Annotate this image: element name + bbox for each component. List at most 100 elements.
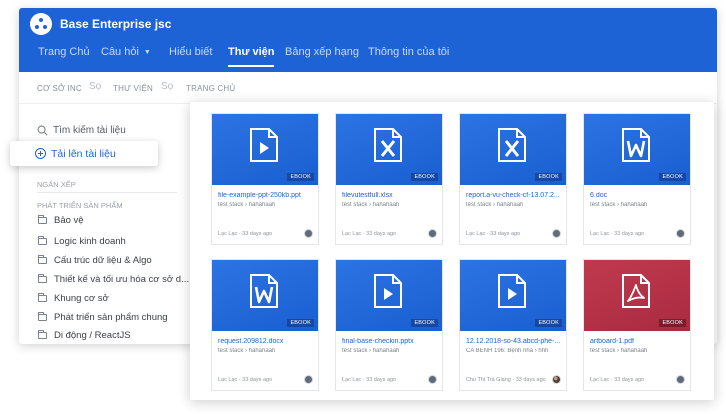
section-title-stacks: NGĂN XẾP xyxy=(37,180,76,189)
file-footer: Lạc Lạc · 33 days ago xyxy=(342,377,397,383)
folder-icon xyxy=(38,215,47,224)
file-name[interactable]: report.a-vu-check-cf-13.07.2... xyxy=(466,192,562,199)
folder-icon xyxy=(38,255,47,264)
file-footer: Lạc Lạc · 33 days ago xyxy=(590,377,645,383)
file-card[interactable]: EBOOK 6.doc test stack › hahahaah Lạc Lạ… xyxy=(583,113,691,245)
avatar xyxy=(676,229,685,238)
logo-icon[interactable] xyxy=(30,13,52,35)
file-card[interactable]: EBOOK final-base-checkin.pptx test stack… xyxy=(335,259,443,391)
file-card[interactable]: EBOOK artboard-1.pdf test stack › hahaha… xyxy=(583,259,691,391)
avatar xyxy=(304,375,313,384)
breadcrumb: CƠ SỞ INC Sọ THƯ VIỆN Sọ TRANG CHỦ xyxy=(19,72,717,104)
nav-item-leaderboard[interactable]: Bảng xếp hạng xyxy=(285,46,359,58)
plus-circle-icon xyxy=(35,148,46,159)
chevron-down-icon: ▼ xyxy=(143,48,151,56)
folder-icon xyxy=(38,312,47,321)
file-thumbnail: EBOOK xyxy=(460,114,566,185)
folder-label: Khung cơ sở xyxy=(54,293,109,304)
file-meta: test stack › hahahaah xyxy=(218,348,276,354)
ebook-badge: EBOOK xyxy=(659,319,686,327)
ppt-file-icon xyxy=(498,274,526,308)
folder-icon xyxy=(38,236,47,245)
file-thumbnail: EBOOK xyxy=(212,114,318,185)
file-meta: test stack › hahahaah xyxy=(342,202,400,208)
ebook-badge: EBOOK xyxy=(411,319,438,327)
nav-item-my-info[interactable]: Thông tin của tôi xyxy=(368,46,449,58)
file-meta: test stack › hahahaah xyxy=(342,348,400,354)
file-name[interactable]: request.209812.docx xyxy=(218,338,314,345)
word-file-icon xyxy=(622,128,650,162)
pdf-file-icon xyxy=(622,274,650,308)
avatar xyxy=(304,229,313,238)
file-footer: Lạc Lạc · 33 days ago xyxy=(218,377,273,383)
folder-icon xyxy=(38,293,47,302)
folder-icon xyxy=(38,274,47,283)
avatar xyxy=(552,229,561,238)
nav-item-questions-label: Câu hỏi xyxy=(101,46,139,58)
ppt-file-icon xyxy=(374,274,402,308)
file-grid-panel: EBOOK file-example-ppt-250kb.ppt test st… xyxy=(190,102,714,400)
avatar xyxy=(676,375,685,384)
breadcrumb-separator: Sọ xyxy=(89,81,102,92)
upload-document-button[interactable]: Tải lên tài liệu xyxy=(10,141,158,166)
file-name[interactable]: filevutestfull.xlsx xyxy=(342,192,438,199)
folder-label: Thiết kế và tối ưu hóa cơ sở d... xyxy=(54,274,189,285)
file-thumbnail: EBOOK xyxy=(460,260,566,331)
excel-file-icon xyxy=(498,128,526,162)
file-meta: test stack › hahahaah xyxy=(590,348,648,354)
breadcrumb-item-home[interactable]: TRANG CHỦ xyxy=(186,84,235,93)
ebook-badge: EBOOK xyxy=(535,319,562,327)
search-input[interactable]: Tìm kiếm tài liệu xyxy=(53,125,126,136)
file-footer: Lạc Lạc · 33 days ago xyxy=(590,231,645,237)
folder-label: Di động / ReactJS xyxy=(54,330,131,341)
avatar xyxy=(428,229,437,238)
folder-label: Cấu trúc dữ liệu & Algo xyxy=(54,255,152,266)
nav-item-questions[interactable]: Câu hỏi ▼ xyxy=(101,46,151,58)
search-icon xyxy=(37,125,48,136)
file-card[interactable]: EBOOK report.a-vu-check-cf-13.07.2... te… xyxy=(459,113,567,245)
file-thumbnail: EBOOK xyxy=(584,114,690,185)
brand-name: Base Enterprise jsc xyxy=(60,17,172,31)
file-meta: test stack › hahahaah xyxy=(218,202,276,208)
ebook-badge: EBOOK xyxy=(659,173,686,181)
avatar xyxy=(552,375,561,384)
file-name[interactable]: artboard-1.pdf xyxy=(590,338,686,345)
file-footer: Lạc Lạc · 33 days ago xyxy=(342,231,397,237)
breadcrumb-separator: Sọ xyxy=(161,81,174,92)
upload-label: Tải lên tài liệu xyxy=(51,148,116,160)
ebook-badge: EBOOK xyxy=(411,173,438,181)
ppt-file-icon xyxy=(250,128,278,162)
file-card[interactable]: EBOOK file-example-ppt-250kb.ppt test st… xyxy=(211,113,319,245)
word-file-icon xyxy=(250,274,278,308)
file-thumbnail: EBOOK xyxy=(336,114,442,185)
ebook-badge: EBOOK xyxy=(287,173,314,181)
nav-item-knowledge[interactable]: Hiểu biết xyxy=(169,46,212,58)
file-card[interactable]: EBOOK 12.12.2018-so-43.abcd-phe-... CA B… xyxy=(459,259,567,391)
file-footer: Lạc Lạc · 33 days ago xyxy=(218,231,273,237)
nav-item-home[interactable]: Trang Chủ xyxy=(38,46,90,58)
file-card[interactable]: EBOOK filevutestfull.xlsx test stack › h… xyxy=(335,113,443,245)
file-card[interactable]: EBOOK request.209812.docx test stack › h… xyxy=(211,259,319,391)
breadcrumb-item-library[interactable]: THƯ VIỆN xyxy=(113,84,153,93)
breadcrumb-item-company[interactable]: CƠ SỞ INC xyxy=(37,84,82,93)
section-divider xyxy=(37,192,177,193)
top-navigation-bar: Base Enterprise jsc Trang Chủ Câu hỏi ▼ H… xyxy=(19,8,717,72)
file-thumbnail: EBOOK xyxy=(584,260,690,331)
folder-icon xyxy=(38,330,47,339)
avatar xyxy=(428,375,437,384)
file-name[interactable]: 12.12.2018-so-43.abcd-phe-... xyxy=(466,338,562,345)
file-name[interactable]: file-example-ppt-250kb.ppt xyxy=(218,192,314,199)
group-title-product: PHÁT TRIỂN SẢN PHẨM xyxy=(37,201,123,210)
file-meta: CA BENH 196: Bệnh nhà › hhh xyxy=(466,348,549,354)
file-name[interactable]: 6.doc xyxy=(590,192,686,199)
file-thumbnail: EBOOK xyxy=(336,260,442,331)
folder-label: Logic kinh doanh xyxy=(54,236,126,247)
folder-label: Bảo vệ xyxy=(54,215,84,226)
file-thumbnail: EBOOK xyxy=(212,260,318,331)
stage: Base Enterprise jsc Trang Chủ Câu hỏi ▼ H… xyxy=(0,0,726,414)
ebook-badge: EBOOK xyxy=(287,319,314,327)
excel-file-icon xyxy=(374,128,402,162)
nav-item-library[interactable]: Thư viện xyxy=(228,46,275,67)
folder-label: Phát triển sản phẩm chung xyxy=(54,312,168,323)
file-name[interactable]: final-base-checkin.pptx xyxy=(342,338,438,345)
